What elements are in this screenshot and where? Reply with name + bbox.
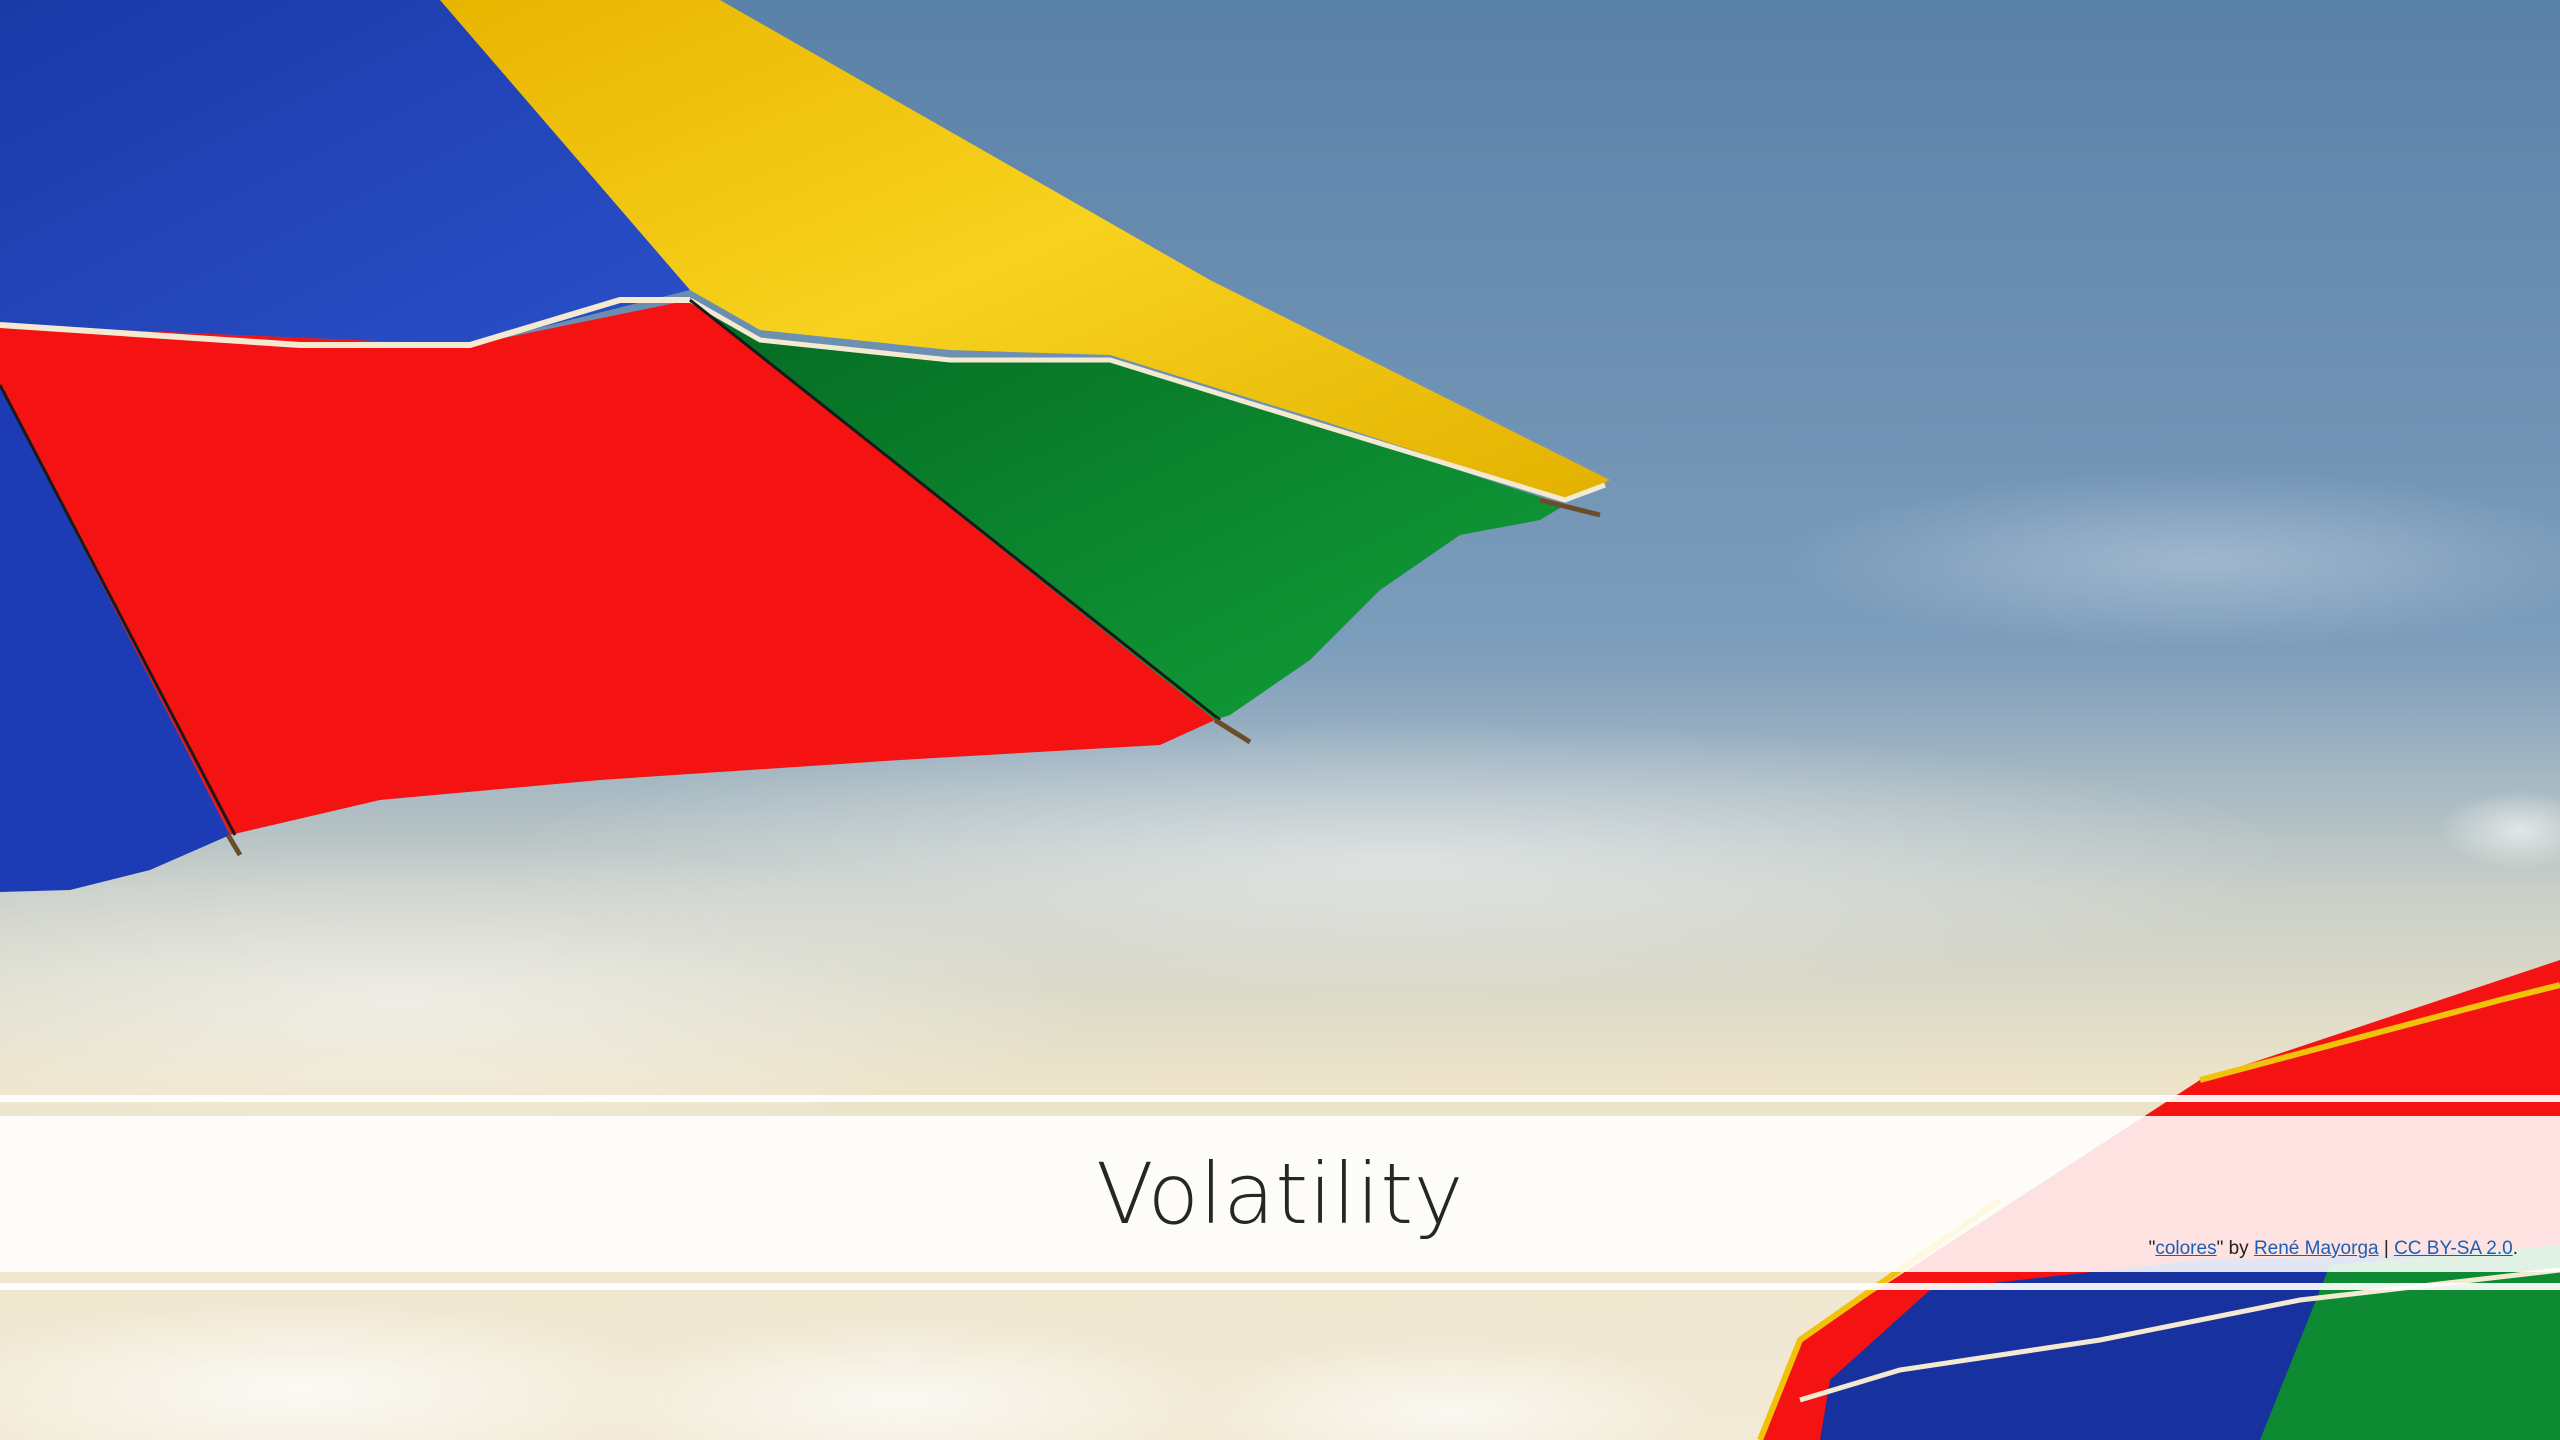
attribution-by-text: " by xyxy=(2216,1238,2254,1259)
title-band-bottom-rule xyxy=(0,1283,2560,1290)
attribution-end: . xyxy=(2512,1238,2518,1259)
attribution-separator: | xyxy=(2378,1238,2395,1259)
photo-attribution: "colores" by René Mayorga | CC BY-SA 2.0… xyxy=(2149,1238,2518,1260)
license-link[interactable]: CC BY-SA 2.0 xyxy=(2394,1238,2513,1259)
title-band-top-rule xyxy=(0,1095,2560,1102)
author-link[interactable]: René Mayorga xyxy=(2254,1238,2379,1259)
photo-title-link[interactable]: colores xyxy=(2155,1238,2216,1259)
